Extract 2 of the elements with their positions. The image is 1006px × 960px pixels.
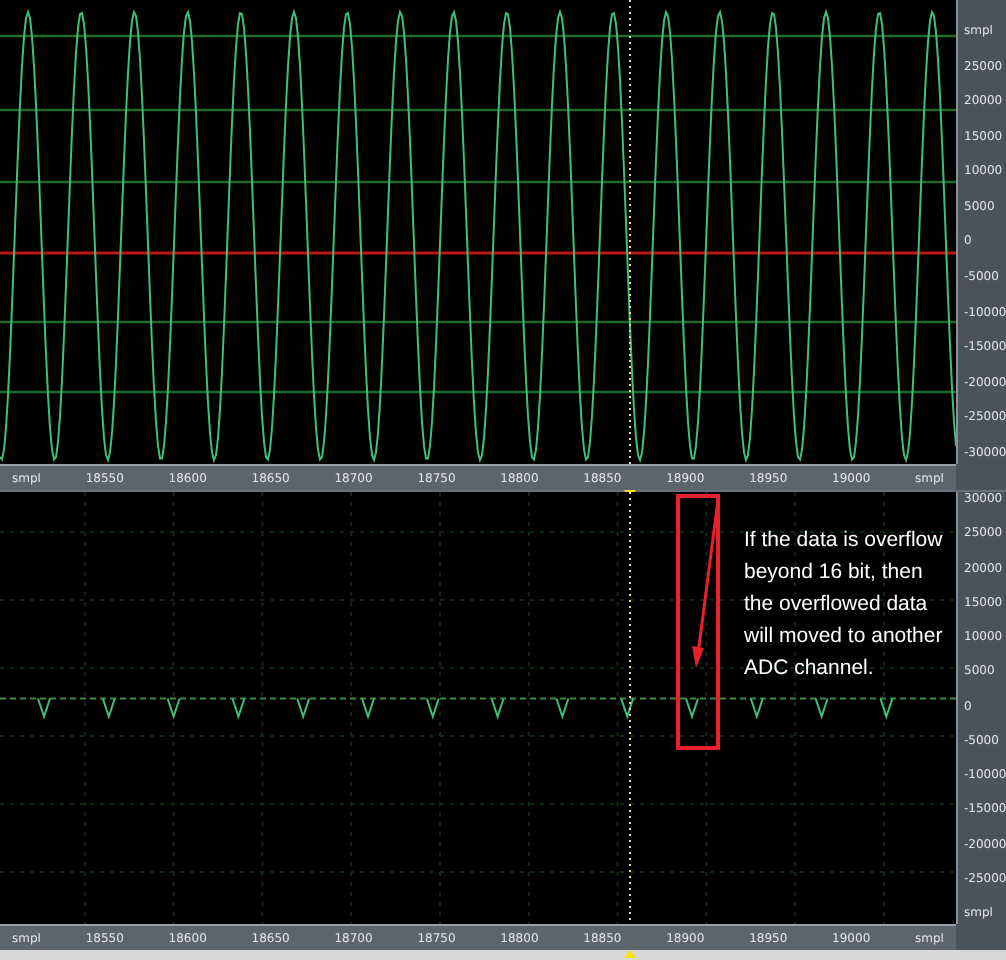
annotation-text: If the data is overflow beyond 16 bit, then the overflowed data will moved to another ADC channel. xyxy=(744,526,944,684)
arrow-icon xyxy=(690,498,722,670)
